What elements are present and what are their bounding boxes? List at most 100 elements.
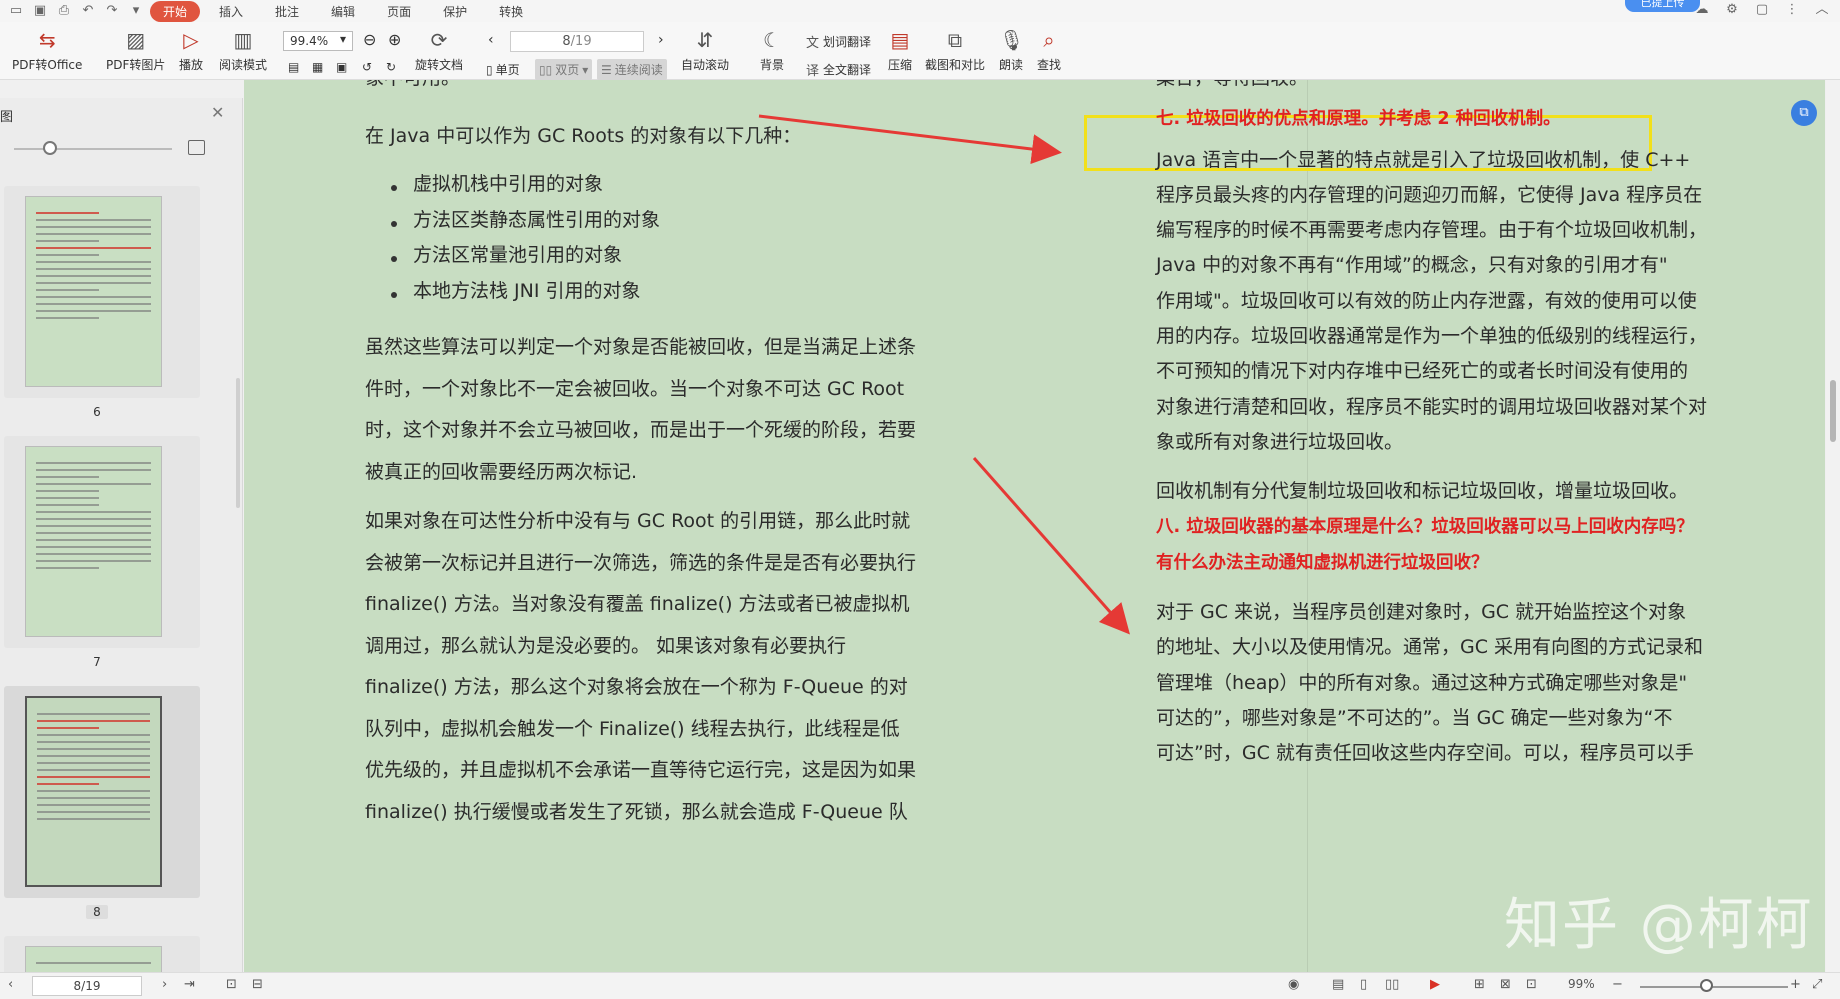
image-view-icon[interactable] <box>188 140 205 155</box>
double-page-button[interactable]: ▯▯ 双页 ▾ <box>535 59 593 80</box>
message-icon[interactable]: ▢ <box>1754 2 1770 18</box>
add-page-icon[interactable]: ⊡ <box>226 977 237 992</box>
pdf-to-office-label: PDF转Office <box>12 58 83 72</box>
export-page-icon[interactable]: ⊟ <box>252 977 263 992</box>
zoom-level[interactable]: 99% <box>1568 977 1595 991</box>
tab-insert[interactable]: 插入 <box>206 1 256 22</box>
single-view-icon[interactable]: ▯ <box>1360 977 1367 992</box>
zoom-dropdown-icon[interactable]: ▾ <box>340 32 346 46</box>
translate-icon: 文 <box>806 36 820 51</box>
fit-width-icon[interactable]: ⊞ <box>1474 977 1485 992</box>
pdf-convert-icon: ⇆ <box>38 28 56 52</box>
word-translate-button[interactable]: 文划词翻译 <box>806 32 871 51</box>
actual-size-icon[interactable]: ⊡ <box>1526 977 1537 992</box>
read-mode-button[interactable]: ▥ 阅读模式 <box>219 28 267 73</box>
document-view[interactable]: 象不可用。 在 Java 中可以作为 GC Roots 的对象有以下几种： 虚拟… <box>244 80 1825 972</box>
read-mode-label: 阅读模式 <box>219 58 268 72</box>
read-aloud-button[interactable]: 🎙 朗读 <box>999 28 1025 73</box>
auto-scroll-button[interactable]: ⇵ 自动滚动 <box>681 28 729 73</box>
cloud-icon[interactable]: ☁ <box>1694 2 1710 18</box>
undo-icon[interactable]: ↶ <box>80 3 96 19</box>
eye-protect-icon[interactable]: ◉ <box>1288 977 1299 992</box>
rotate-doc-button[interactable]: ⟳ 旋转文档 <box>415 28 463 73</box>
paragraph: Java 语言中一个显著的特点就是引入了垃圾回收机制，使 C++ 程序员最头疼的… <box>1156 143 1756 461</box>
zoom-slider-handle[interactable] <box>1700 979 1713 992</box>
collapse-ribbon-icon[interactable]: ︿ <box>1814 2 1830 18</box>
scrollbar-thumb[interactable] <box>1830 380 1836 442</box>
double-page-icon: ▯▯ <box>539 62 553 77</box>
text-line: finalize() 方法。当对象没有覆盖 finalize() 方法或者已被虚… <box>365 593 910 615</box>
next-page-icon[interactable]: › <box>162 977 167 992</box>
zoom-in-icon[interactable]: ⊕ <box>388 30 401 49</box>
open-folder-icon[interactable]: ▭ <box>8 3 24 19</box>
play-icon[interactable]: ▶ <box>1430 977 1440 992</box>
chevron-down-icon[interactable]: ▾ <box>128 3 144 19</box>
rotate-doc-label: 旋转文档 <box>415 58 464 72</box>
settings-icon[interactable]: ⚙ <box>1724 2 1740 18</box>
rotate-right-icon[interactable]: ↻ <box>386 60 396 74</box>
tab-protect[interactable]: 保护 <box>430 1 480 22</box>
thumbnail-size-slider[interactable] <box>14 148 172 150</box>
actual-size-icon[interactable]: ▣ <box>336 60 347 74</box>
prev-page-icon[interactable]: ‹ <box>488 32 494 48</box>
fit-width-icon[interactable]: ▤ <box>288 60 299 74</box>
list-item: 方法区常量池引用的对象 <box>365 238 925 274</box>
vertical-scrollbar[interactable] <box>1826 80 1840 972</box>
gc-roots-intro: 在 Java 中可以作为 GC Roots 的对象有以下几种： <box>365 124 802 147</box>
tab-start[interactable]: 开始 <box>150 0 201 22</box>
find-button[interactable]: ⌕ 查找 <box>1037 28 1061 73</box>
continuous-read-button[interactable]: ☰ 连续阅读 <box>597 59 667 80</box>
fit-page-icon[interactable]: ▦ <box>312 60 323 74</box>
zoom-out-icon[interactable]: ⊖ <box>363 30 376 49</box>
last-page-icon[interactable]: ⇥ <box>184 977 195 992</box>
floating-tool-icon[interactable]: ⧉ <box>1791 100 1817 126</box>
text-line: 编写程序的时候不再需要考虑内存管理。由于有个垃圾回收机制， <box>1156 219 1708 242</box>
heading-section-8: 八. 垃圾回收器的基本原理是什么？垃圾回收器可以马上回收内存吗？ <box>1156 517 1694 538</box>
double-view-icon[interactable]: ▯▯ <box>1385 977 1399 992</box>
compress-button[interactable]: ▤ 压缩 <box>888 28 912 73</box>
more-icon[interactable]: ⋮ <box>1784 2 1800 18</box>
rotate-left-icon[interactable]: ↺ <box>362 60 372 74</box>
full-translate-button[interactable]: 译全文翻译 <box>806 60 871 79</box>
left-page-text: 象不可用。 在 Java 中可以作为 GC Roots 的对象有以下几种： 虚拟… <box>365 80 925 833</box>
pdf-to-image-button[interactable]: ▨ PDF转图片 <box>106 28 165 73</box>
single-page-button[interactable]: ▯ 单页 <box>482 59 524 80</box>
page-thumbnail-8[interactable] <box>25 696 162 887</box>
play-button[interactable]: ▷ 播放 <box>179 28 203 73</box>
fit-page-icon[interactable]: ⊠ <box>1500 977 1511 992</box>
continuous-view-icon[interactable]: ▤ <box>1332 977 1344 992</box>
tab-edit[interactable]: 编辑 <box>318 1 368 22</box>
page-indicator-input[interactable]: 8/19 <box>32 976 142 996</box>
upload-button[interactable]: 已提上传 <box>1625 0 1700 12</box>
page-number-input[interactable]: 8/19 <box>510 31 644 52</box>
redo-icon[interactable]: ↷ <box>104 3 120 19</box>
microphone-icon: 🎙 <box>999 28 1025 52</box>
continuous-icon: ☰ <box>601 62 612 77</box>
fullscreen-icon[interactable]: ⤢ <box>1812 977 1822 992</box>
panel-scrollbar[interactable] <box>236 378 240 508</box>
arrow-to-heading-8 <box>972 457 1130 635</box>
print-icon[interactable]: ⎙ <box>56 3 72 19</box>
page-thumbnail-7[interactable] <box>25 446 162 637</box>
ribbon-toolbar: ⇆ PDF转Office ▨ PDF转图片 ▷ 播放 ▥ 阅读模式 99.4% … <box>0 22 1840 80</box>
zoom-in-icon[interactable]: + <box>1790 977 1801 992</box>
zoom-slider[interactable] <box>1640 986 1788 988</box>
close-icon[interactable]: ✕ <box>211 103 224 122</box>
compress-icon: ▤ <box>890 28 910 52</box>
tab-annotate[interactable]: 批注 <box>262 1 312 22</box>
book-icon: ▥ <box>233 28 253 52</box>
zoom-out-icon[interactable]: − <box>1612 977 1623 992</box>
tab-convert[interactable]: 转换 <box>486 1 536 22</box>
prev-page-icon[interactable]: ‹ <box>8 977 13 992</box>
tab-page[interactable]: 页面 <box>374 1 424 22</box>
save-icon[interactable]: ▣ <box>32 3 48 19</box>
page-thumbnail-6[interactable] <box>25 196 162 387</box>
pdf-to-office-button[interactable]: ⇆ PDF转Office <box>12 28 82 73</box>
single-page-label: 单页 <box>495 63 520 77</box>
next-page-icon[interactable]: › <box>658 32 664 48</box>
list-item: 本地方法栈 JNI 引用的对象 <box>365 274 925 310</box>
background-button[interactable]: ☾ 背景 <box>760 28 784 73</box>
slider-handle[interactable] <box>43 141 57 155</box>
screenshot-compare-button[interactable]: ⧉ 截图和对比 <box>925 28 985 73</box>
window-controls: ☁ ⚙ ▢ ⋮ ︿ <box>1694 2 1830 18</box>
